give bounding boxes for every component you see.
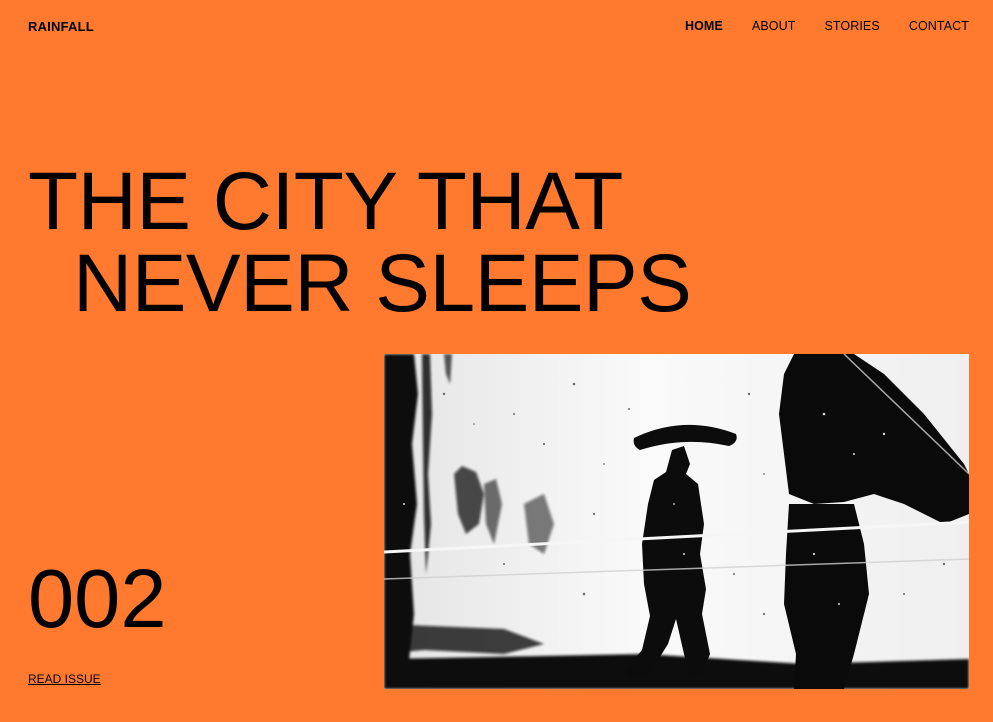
nav-item-contact[interactable]: CONTACT [909, 19, 969, 33]
nav-item-about[interactable]: ABOUT [752, 19, 796, 33]
hero-photo [384, 354, 969, 689]
issue-number: 002 [28, 552, 167, 645]
hero-title-line-1: THE CITY THAT [28, 156, 623, 247]
nav-item-home[interactable]: HOME [685, 19, 723, 33]
brand-logo[interactable]: RAINFALL [28, 19, 94, 34]
rain-reflection-photo-icon [384, 354, 969, 689]
read-issue-link[interactable]: READ ISSUE [28, 672, 101, 686]
main-nav: HOME ABOUT STORIES CONTACT [685, 19, 969, 33]
page: RAINFALL HOME ABOUT STORIES CONTACT THE … [0, 0, 993, 722]
hero-title-line-2: NEVER SLEEPS [73, 238, 692, 329]
nav-item-stories[interactable]: STORIES [824, 19, 879, 33]
hero-title: THE CITY THAT NEVER SLEEPS [28, 156, 692, 329]
